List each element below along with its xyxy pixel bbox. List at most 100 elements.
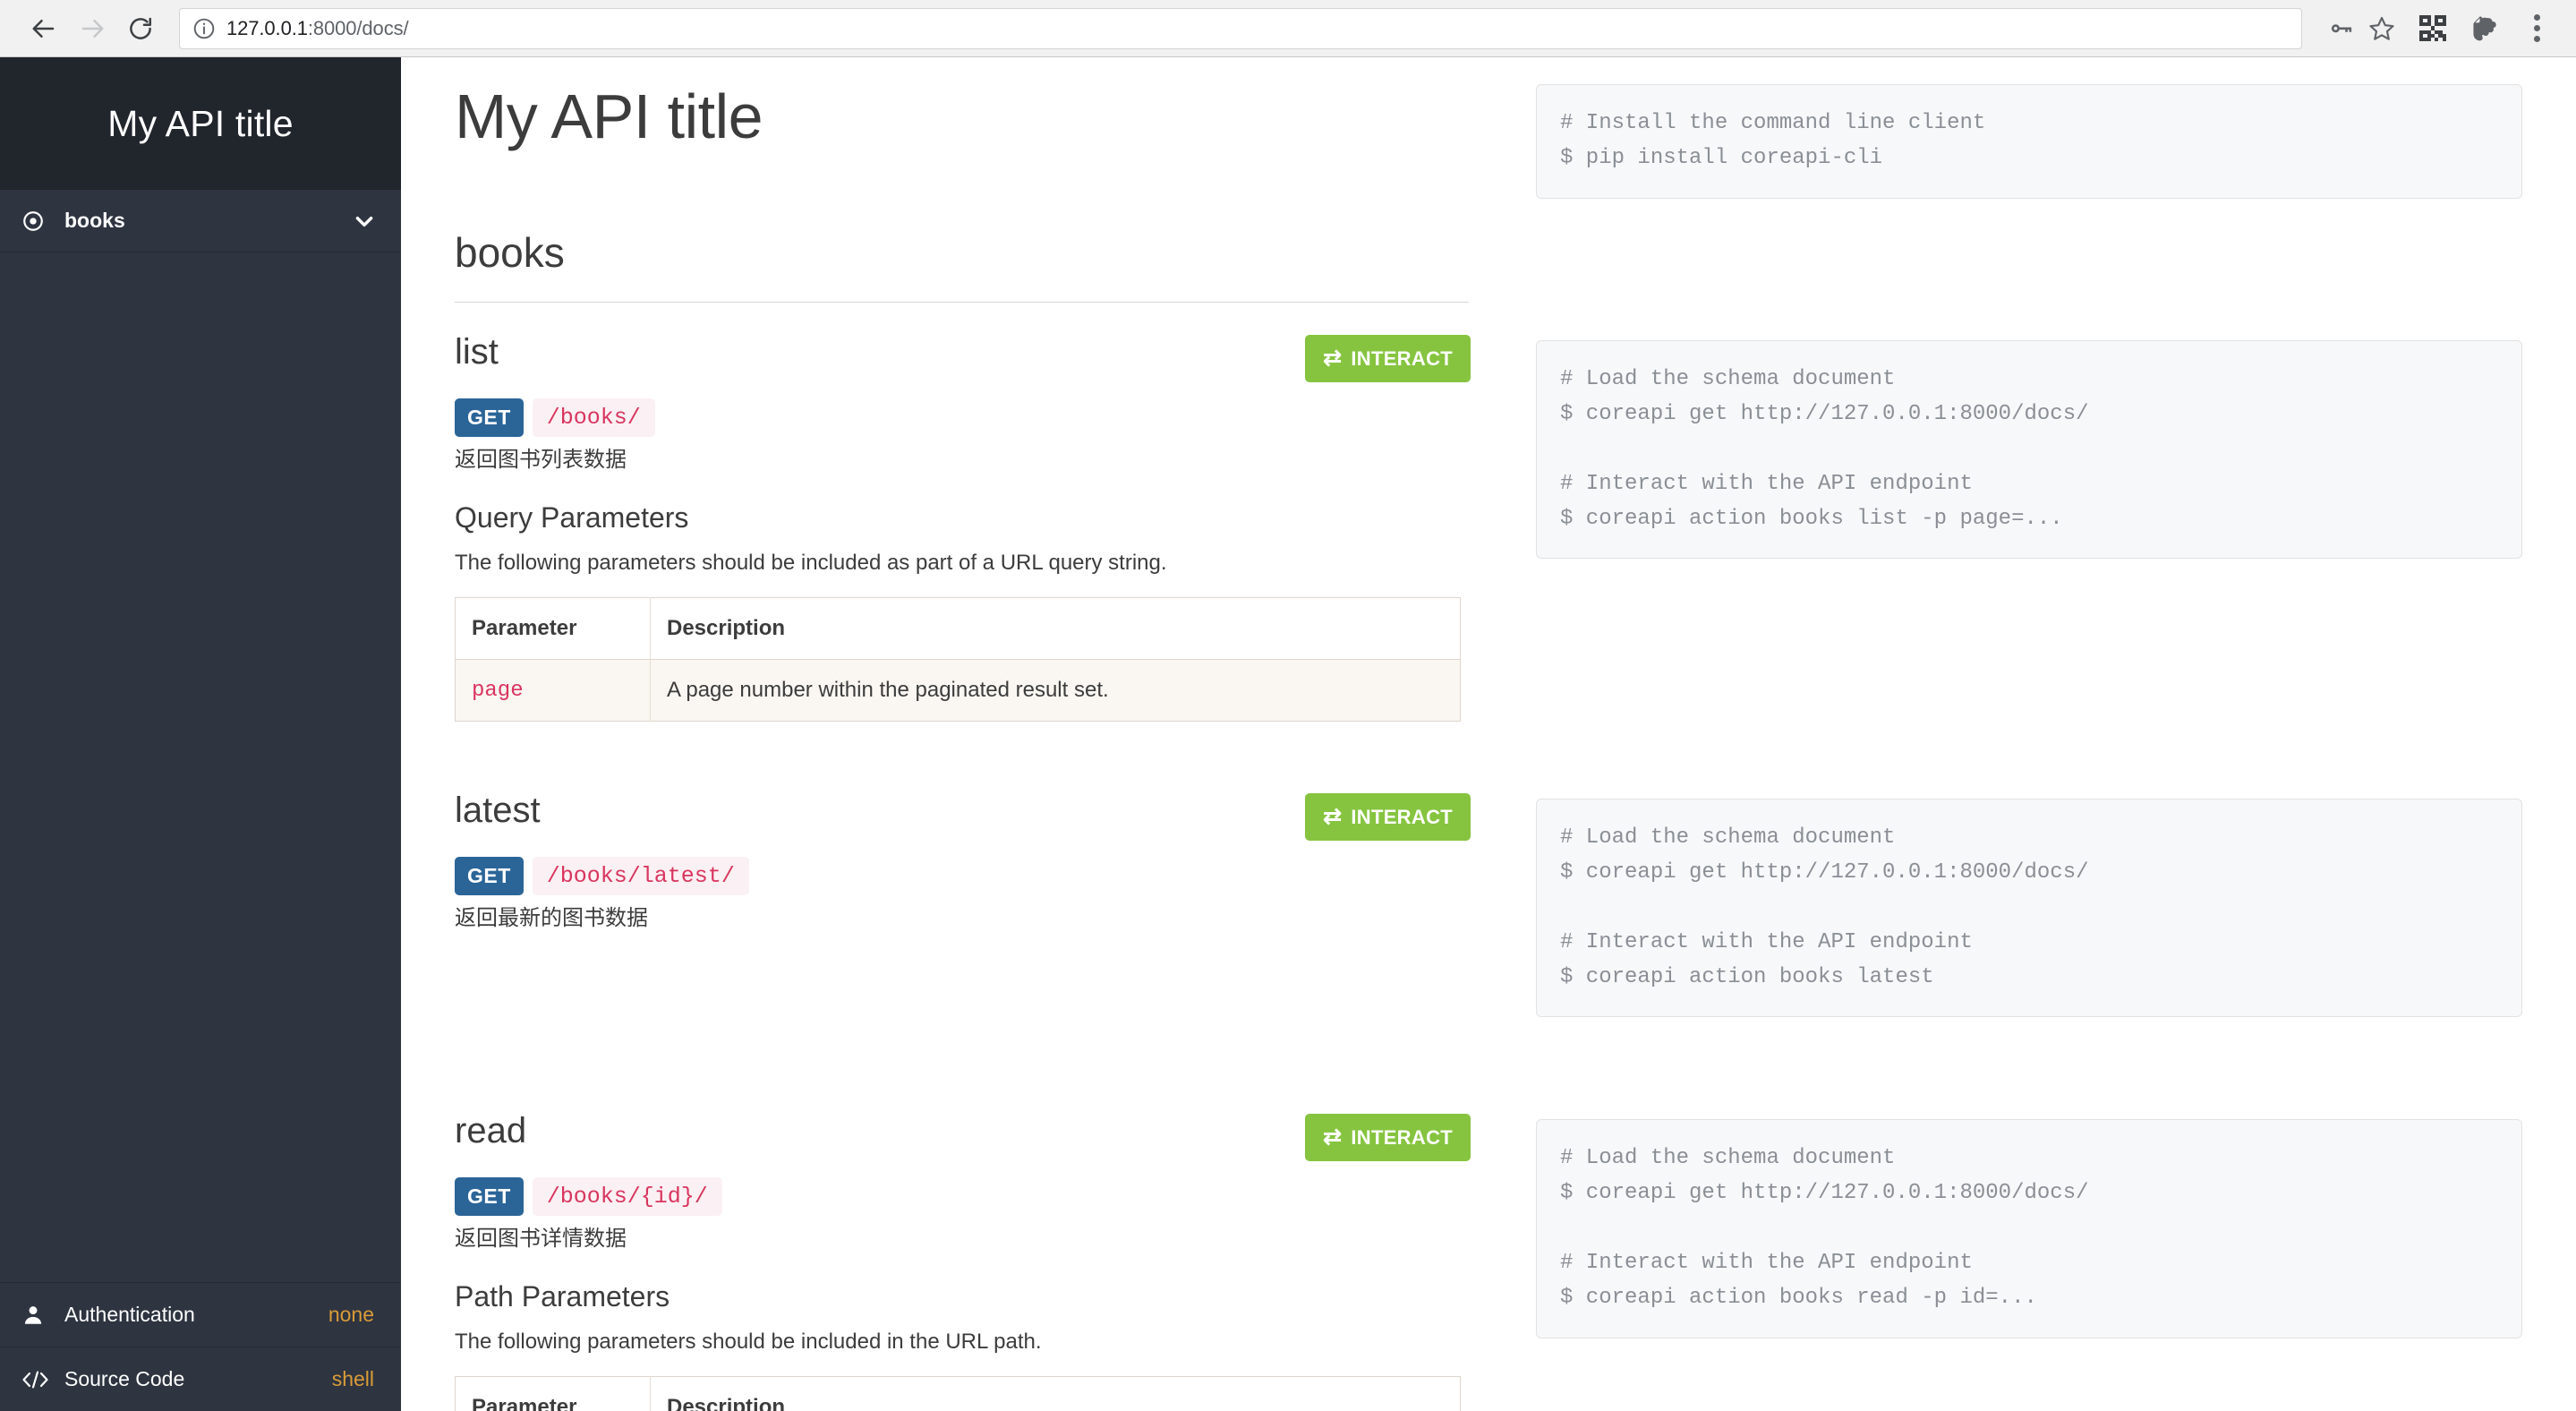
table-row: page A page number within the paginated …: [455, 659, 1461, 722]
key-button[interactable]: [2322, 10, 2359, 47]
info-circle-icon[interactable]: [192, 17, 216, 40]
page-title: My API title: [455, 81, 763, 151]
endpoint-code-block-latest: # Load the schema document $ coreapi get…: [1536, 799, 2522, 1018]
query-parameters-table: Parameter Description page A page number…: [455, 597, 1461, 722]
sidebar-item-authentication[interactable]: Authentication none: [0, 1282, 401, 1347]
content-columns: My API title books # Install the command…: [455, 57, 2522, 303]
dot-circle-icon: [21, 210, 57, 233]
user-icon: [21, 1304, 61, 1327]
endpoint-path: /books/latest/: [532, 857, 749, 895]
endpoint-path: /books/: [532, 398, 655, 437]
sidebar-item-label: books: [64, 209, 125, 232]
endpoint-title: read: [455, 1111, 527, 1151]
http-method-badge: GET: [455, 1177, 524, 1217]
browser-menu-button[interactable]: [2517, 9, 2556, 48]
query-parameters-note: The following parameters should be inclu…: [455, 551, 1167, 575]
endpoint-read-docs: read ⇄ INTERACT GET /books/{id}/ 返回图书详情数…: [455, 1082, 1471, 1411]
endpoint-path: /books/{id}/: [532, 1177, 722, 1217]
section-heading-books: books: [455, 228, 1469, 303]
sidebar-footer: Authentication none Source Code shell: [0, 1282, 401, 1411]
endpoint-path-row: GET /books/{id}/: [455, 1177, 1471, 1217]
endpoint-title: list: [455, 332, 499, 372]
browser-toolbar: 127.0.0.1:8000/docs/: [0, 0, 2576, 57]
path-parameters-table: Parameter Description: [455, 1376, 1461, 1411]
page-body: My API title books Authentication none S…: [0, 57, 2576, 1411]
evernote-elephant-icon: [2473, 15, 2496, 40]
endpoint-code-block-list: # Load the schema document $ coreapi get…: [1536, 340, 2522, 560]
chevron-down-icon[interactable]: [353, 210, 376, 233]
path-parameters-heading: Path Parameters: [455, 1280, 670, 1313]
key-icon: [2331, 23, 2352, 32]
evernote-extension-button[interactable]: [2465, 9, 2504, 48]
omnibox-actions: [2322, 10, 2401, 47]
interact-button-label: INTERACT: [1351, 805, 1453, 828]
reload-button[interactable]: [116, 4, 165, 53]
column-header-description: Description: [650, 1376, 1461, 1411]
url-path: :8000/docs/: [307, 16, 409, 39]
endpoint-description: 返回图书列表数据: [455, 448, 627, 472]
column-gap: [1503, 1082, 1504, 1411]
column-header-parameter: Parameter: [455, 597, 651, 660]
address-bar[interactable]: 127.0.0.1:8000/docs/: [179, 7, 2302, 49]
query-parameters-heading: Query Parameters: [455, 501, 689, 534]
interact-button-latest[interactable]: ⇄ INTERACT: [1305, 793, 1471, 841]
reload-icon: [130, 17, 152, 39]
content-left-column: My API title books: [455, 57, 1471, 303]
endpoint-read: read ⇄ INTERACT GET /books/{id}/ 返回图书详情数…: [455, 1082, 2522, 1411]
endpoint-block: read ⇄ INTERACT GET /books/{id}/ 返回图书详情数…: [455, 1112, 1471, 1411]
source-code-label: Source Code: [64, 1367, 185, 1390]
endpoint-list: list ⇄ INTERACT GET /books/ 返回图书列表数据 Que…: [455, 303, 2522, 722]
interact-button-read[interactable]: ⇄ INTERACT: [1305, 1114, 1471, 1162]
code-brackets-icon: [21, 1368, 61, 1391]
column-gap: [1503, 761, 1504, 1017]
parameter-name: page: [455, 659, 651, 722]
endpoint-list-docs: list ⇄ INTERACT GET /books/ 返回图书列表数据 Que…: [455, 303, 1471, 722]
interact-button-label: INTERACT: [1351, 346, 1453, 370]
sidebar-item-source-code[interactable]: Source Code shell: [0, 1347, 401, 1411]
forward-arrow-icon: [81, 19, 104, 38]
table-header-row: Parameter Description: [455, 597, 1461, 660]
endpoint-block: list ⇄ INTERACT GET /books/ 返回图书列表数据 Que…: [455, 333, 1471, 722]
endpoint-code-block-read: # Load the schema document $ coreapi get…: [1536, 1119, 2522, 1338]
endpoint-path-row: GET /books/: [455, 398, 1471, 437]
sidebar-nav: books: [0, 190, 401, 252]
exchange-arrows-icon: ⇄: [1323, 1125, 1343, 1150]
endpoint-latest: latest ⇄ INTERACT GET /books/latest/ 返回最…: [455, 761, 2522, 1018]
forward-button[interactable]: [68, 4, 116, 53]
endpoint-read-code: # Load the schema document $ coreapi get…: [1536, 1082, 2522, 1411]
http-method-badge: GET: [455, 398, 524, 437]
endpoint-list-code: # Load the schema document $ coreapi get…: [1536, 303, 2522, 722]
back-button[interactable]: [20, 4, 68, 53]
endpoint-description: 返回最新的图书数据: [455, 906, 648, 930]
back-arrow-icon: [32, 19, 55, 38]
qr-code-icon: [2419, 14, 2446, 42]
interact-button-label: INTERACT: [1351, 1125, 1453, 1149]
url-host: 127.0.0.1: [226, 16, 308, 39]
column-gap: [1503, 57, 1504, 303]
column-header-description: Description: [650, 597, 1461, 660]
authentication-value: none: [328, 1303, 374, 1326]
extension-icons: [2413, 9, 2556, 48]
sidebar-brand[interactable]: My API title: [0, 57, 401, 190]
sidebar-item-books[interactable]: books: [0, 190, 401, 252]
column-gap: [1503, 303, 1504, 722]
parameter-description: A page number within the paginated resul…: [650, 659, 1461, 722]
path-parameters-note: The following parameters should be inclu…: [455, 1330, 1042, 1355]
qr-code-button[interactable]: [2413, 9, 2452, 48]
exchange-arrows-icon: ⇄: [1323, 804, 1343, 829]
endpoint-header: list ⇄ INTERACT: [455, 333, 1471, 382]
install-code-block: # Install the command line client $ pip …: [1536, 84, 2522, 199]
endpoint-description: 返回图书详情数据: [455, 1227, 627, 1252]
endpoint-latest-docs: latest ⇄ INTERACT GET /books/latest/ 返回最…: [455, 761, 1471, 1017]
authentication-label: Authentication: [64, 1303, 195, 1326]
star-icon: [2369, 16, 2394, 40]
endpoint-header: read ⇄ INTERACT: [455, 1111, 1471, 1162]
endpoint-title: latest: [455, 791, 541, 830]
endpoint-path-row: GET /books/latest/: [455, 857, 1471, 895]
bookmark-button[interactable]: [2363, 10, 2401, 47]
sidebar: My API title books Authentication none S…: [0, 57, 401, 1411]
content-right-column: # Install the command line client $ pip …: [1536, 57, 2522, 303]
column-header-parameter: Parameter: [455, 1376, 651, 1411]
interact-button-list[interactable]: ⇄ INTERACT: [1305, 335, 1471, 382]
